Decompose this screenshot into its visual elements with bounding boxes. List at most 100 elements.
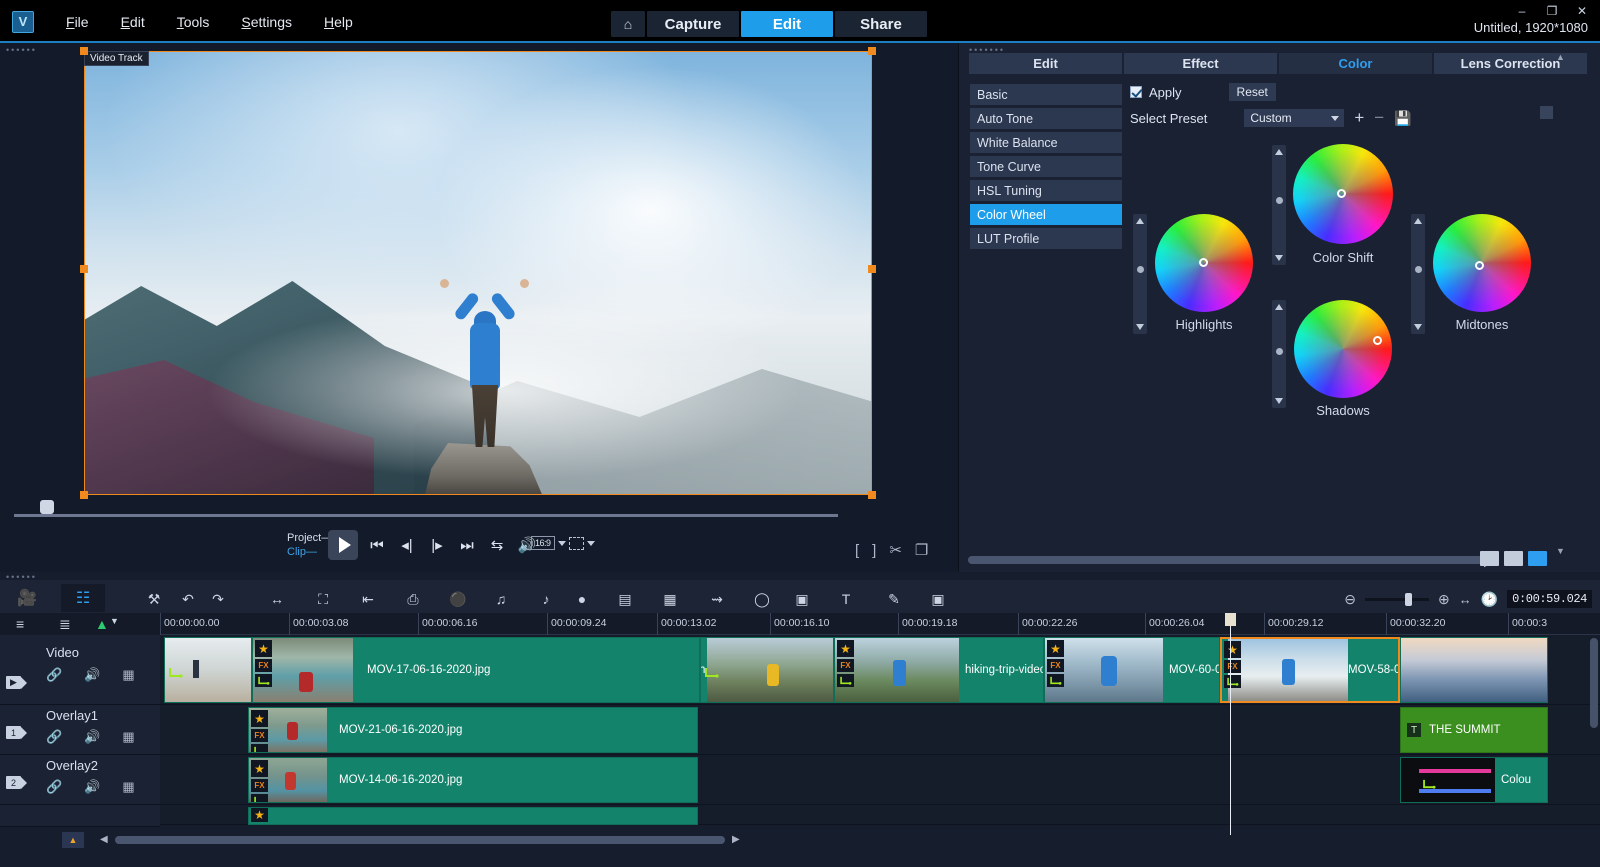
timeline-clip[interactable]: ★ FX MOV-21-06-16-2020.jpg	[248, 707, 698, 753]
timeline-clip-selected[interactable]: ★ FX MOV-58-0	[1220, 637, 1400, 703]
mark-out-button[interactable]: ]	[872, 542, 876, 559]
timeline-clip[interactable]: ★ FX MOV-60-06-	[1044, 637, 1220, 703]
menu-file[interactable]: File	[62, 11, 93, 33]
loop-button[interactable]: ⇆	[486, 532, 508, 558]
track-header-overlay3[interactable]	[0, 805, 160, 827]
panel-scroll-up-icon[interactable]: ▲	[1556, 52, 1565, 62]
mark-in-button[interactable]: [	[855, 542, 859, 559]
tab-edit[interactable]: Edit	[741, 11, 833, 37]
slider-down-icon-sh[interactable]	[1275, 398, 1283, 404]
timeline-vertical-scrollbar[interactable]	[1590, 638, 1598, 728]
tab-capture[interactable]: Capture	[647, 11, 739, 37]
fit-timeline-icon[interactable]: ↔	[1459, 592, 1472, 607]
timeline-horizontal-scrollbar[interactable]: ◀ ▶	[60, 836, 1530, 844]
grid-icon-o1[interactable]: ▦	[122, 729, 134, 745]
trim-icon[interactable]: ↔	[265, 588, 289, 610]
slider-up-icon-mt[interactable]	[1414, 218, 1422, 224]
zoom-in-icon[interactable]: ⊕	[1438, 591, 1450, 608]
preset-hsl-tuning[interactable]: HSL Tuning	[970, 180, 1122, 201]
track-row-video[interactable]: ★ FX MOV-17-06-16-2020.jpg h	[160, 635, 1600, 705]
scroll-left-icon[interactable]: ◀	[100, 834, 108, 845]
slider-up-icon[interactable]	[1275, 149, 1283, 155]
track-row-overlay3[interactable]: ★	[160, 805, 1600, 825]
slider-knob-hl[interactable]	[1137, 266, 1144, 273]
apply-checkbox[interactable]	[1130, 86, 1142, 98]
restore-button[interactable]: ❐	[1544, 4, 1560, 18]
save-preset-icon[interactable]: 💾	[1394, 110, 1411, 127]
highlights-slider[interactable]	[1133, 214, 1147, 334]
link-icon-o1[interactable]: 🔗	[46, 729, 62, 745]
timeline-clip[interactable]: ★	[248, 807, 698, 825]
tab-share[interactable]: Share	[835, 11, 927, 37]
panel-view-edit-button[interactable]	[1528, 551, 1547, 566]
timeline-clip[interactable]: ★ FX hiking-trip-video	[834, 637, 1044, 703]
menu-help[interactable]: Help	[320, 11, 357, 33]
track-header-video[interactable]: ▶ Video 🔗 🔊 ▦	[0, 635, 160, 705]
marker-icon[interactable]: ▲	[95, 616, 109, 632]
crop-handle-mr[interactable]	[868, 265, 876, 273]
project-clip-toggle[interactable]: Project— Clip—	[287, 531, 332, 559]
crop-handle-tr[interactable]	[868, 47, 876, 55]
color-icon[interactable]: ⚫	[446, 588, 470, 610]
slider-down-icon[interactable]	[1275, 255, 1283, 261]
marker-chevron-icon[interactable]: ▼	[110, 616, 119, 626]
panel-horizontal-scrollbar[interactable]	[968, 556, 1488, 564]
add-track-icon[interactable]: ≡	[16, 616, 24, 632]
mask-icon[interactable]: ◯	[750, 588, 774, 610]
audio-icon[interactable]: ♫	[489, 588, 513, 610]
scrollbar-thumb[interactable]	[115, 836, 725, 844]
jump-end-button[interactable]: ⏭	[456, 532, 478, 558]
preview-stage[interactable]: Video Track	[84, 51, 872, 495]
speaker-icon-o1[interactable]: 🔊	[84, 729, 100, 745]
preset-tone-curve[interactable]: Tone Curve	[970, 156, 1122, 177]
aspect-ratio-selector[interactable]: 16:9	[531, 536, 595, 550]
zoom-slider[interactable]	[1365, 598, 1429, 601]
crop-icon[interactable]: ⛶	[311, 588, 335, 610]
panel-view-grid-button[interactable]	[1480, 551, 1499, 566]
add-preset-icon[interactable]: +	[1354, 108, 1364, 128]
menu-settings[interactable]: Settings	[237, 11, 296, 33]
speaker-icon-o2[interactable]: 🔊	[84, 779, 100, 795]
tab-panel-color[interactable]: Color	[1279, 53, 1432, 74]
scroll-right-icon[interactable]: ▶	[732, 834, 740, 845]
zoom-slider-knob[interactable]	[1405, 593, 1412, 606]
play-button[interactable]	[328, 530, 358, 560]
panel-scroll-down-icon[interactable]: ▼	[1556, 546, 1565, 556]
timeline-clip[interactable]	[164, 637, 252, 703]
slider-knob-sh[interactable]	[1276, 348, 1283, 355]
reset-button[interactable]: Reset	[1229, 83, 1276, 101]
redo-icon[interactable]: ↷	[206, 588, 230, 610]
zoom-out-icon[interactable]: ⊖	[1344, 591, 1356, 608]
playhead[interactable]	[1230, 613, 1231, 835]
track-row-overlay1[interactable]: ★ FX MOV-21-06-16-2020.jpg T THE SUMMIT	[160, 705, 1600, 755]
preset-white-balance[interactable]: White Balance	[970, 132, 1122, 153]
clock-icon[interactable]: 🕑	[1481, 591, 1498, 608]
crop-handle-bl[interactable]	[80, 491, 88, 499]
crop-handle-br[interactable]	[868, 491, 876, 499]
color-clip[interactable]: Colou	[1400, 757, 1548, 803]
timeline-clip[interactable]: ★ FX MOV-17-06-16-2020.jpg	[252, 637, 700, 703]
color-shift-wheel-handle[interactable]	[1337, 189, 1346, 198]
stabilize-icon[interactable]: ▣	[790, 588, 814, 610]
track-manager-icon[interactable]: ≣	[59, 616, 71, 633]
undo-icon[interactable]: ↶	[176, 588, 200, 610]
split-scissors-icon[interactable]: ✂	[889, 541, 902, 559]
preset-auto-tone[interactable]: Auto Tone	[970, 108, 1122, 129]
subtitle-icon[interactable]: ▤	[613, 588, 637, 610]
slider-up-icon-sh[interactable]	[1275, 304, 1283, 310]
link-icon[interactable]: 🔗	[46, 667, 62, 683]
video-edit-icon[interactable]: ▣	[926, 588, 950, 610]
panel-grip-left[interactable]: ••••••	[6, 45, 37, 55]
slider-down-icon-mt[interactable]	[1414, 324, 1422, 330]
slider-up-icon-hl[interactable]	[1136, 218, 1144, 224]
preset-basic[interactable]: Basic	[970, 84, 1122, 105]
minimize-button[interactable]: –	[1514, 4, 1530, 18]
crop-handle-ml[interactable]	[80, 265, 88, 273]
multicam-icon[interactable]: ▦	[658, 588, 682, 610]
grid-icon[interactable]: ▦	[122, 667, 134, 683]
timeline-timecode[interactable]: 0:00:59.024	[1507, 590, 1592, 608]
timeline-clip[interactable]: ★ FX MOV-14-06-16-2020.jpg	[248, 757, 698, 803]
crop-handle-tl[interactable]	[80, 47, 88, 55]
timeline-mode-button[interactable]: ☷	[61, 584, 105, 612]
track-row-overlay2[interactable]: ★ FX MOV-14-06-16-2020.jpg Colou	[160, 755, 1600, 805]
